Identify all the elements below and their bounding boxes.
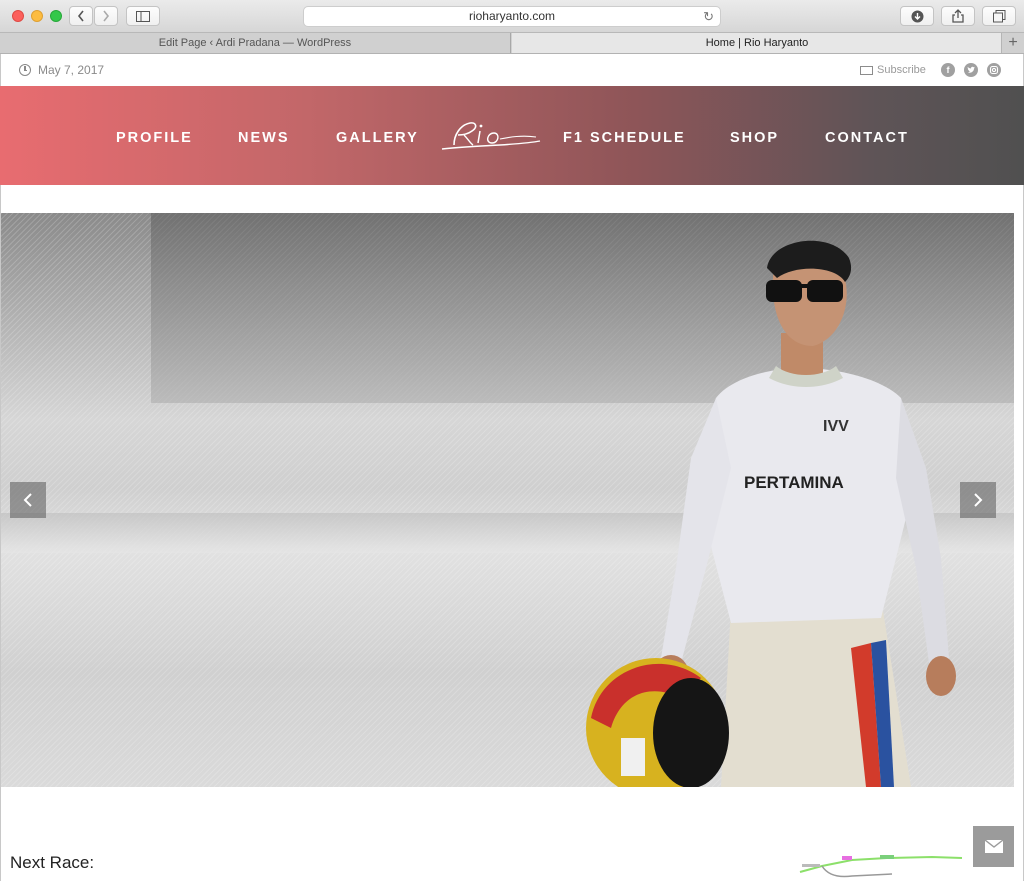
share-icon	[952, 9, 964, 23]
close-window-button[interactable]	[12, 10, 24, 22]
chevron-right-icon	[974, 493, 983, 507]
subscribe-label: Subscribe	[877, 64, 926, 76]
site-logo[interactable]	[440, 119, 542, 153]
minimize-window-button[interactable]	[31, 10, 43, 22]
nav-contact[interactable]: CONTACT	[825, 130, 909, 146]
date-display: May 7, 2017	[19, 63, 104, 77]
reload-icon[interactable]: ↻	[703, 7, 714, 26]
shirt-sponsor-text: PERTAMINA	[744, 473, 844, 492]
twitter-icon[interactable]	[964, 63, 978, 77]
svg-text:IVV: IVV	[823, 418, 849, 435]
downloads-button[interactable]	[900, 6, 934, 26]
tab-wordpress[interactable]: Edit Page ‹ Ardi Pradana — WordPress	[0, 33, 511, 53]
mail-icon	[860, 65, 873, 75]
tabs-icon	[992, 9, 1005, 22]
next-race-heading: Next Race:	[10, 853, 95, 872]
address-bar[interactable]: rioharyanto.com ↻	[303, 6, 721, 27]
clock-icon	[19, 64, 31, 76]
zoom-window-button[interactable]	[50, 10, 62, 22]
tabs-overview-button[interactable]	[982, 6, 1016, 26]
back-button[interactable]	[69, 6, 93, 26]
driver-photo: IVV PERTAMINA	[586, 240, 956, 787]
circuit-map-image	[799, 855, 963, 878]
nav-profile[interactable]: PROFILE	[116, 130, 193, 146]
facebook-icon[interactable]: f	[941, 63, 955, 77]
slider-prev-button[interactable]	[10, 482, 46, 518]
url-text: rioharyanto.com	[468, 9, 556, 23]
envelope-icon	[984, 840, 1003, 853]
site-topbar: May 7, 2017 Subscribe f	[0, 54, 1024, 86]
download-icon	[911, 10, 923, 22]
instagram-icon[interactable]	[987, 63, 1001, 77]
sidebar-button[interactable]	[126, 6, 160, 26]
new-tab-button[interactable]: +	[1001, 33, 1024, 53]
nav-f1-schedule[interactable]: F1 SCHEDULE	[563, 130, 686, 146]
subscribe-link[interactable]: Subscribe	[860, 64, 926, 76]
nav-gallery[interactable]: GALLERY	[336, 130, 419, 146]
browser-toolbar: rioharyanto.com ↻	[0, 0, 1024, 33]
hero-slider: IVV PERTAMINA	[1, 213, 1014, 787]
floating-contact-button[interactable]	[973, 826, 1014, 867]
chevron-left-icon	[23, 493, 32, 507]
share-button[interactable]	[941, 6, 975, 26]
forward-button[interactable]	[94, 6, 118, 26]
tab-bar: Edit Page ‹ Ardi Pradana — WordPress Hom…	[0, 33, 1024, 54]
chevron-left-icon	[77, 10, 84, 22]
main-navigation: PROFILE NEWS GALLERY F1 SCHEDULE SHOP CO…	[0, 86, 1024, 185]
slider-next-button[interactable]	[960, 482, 996, 518]
tab-home[interactable]: Home | Rio Haryanto	[512, 33, 1002, 53]
date-text: May 7, 2017	[38, 63, 105, 77]
nav-news[interactable]: NEWS	[238, 130, 290, 146]
sidebar-icon	[136, 10, 150, 22]
chevron-right-icon	[103, 10, 110, 22]
nav-shop[interactable]: SHOP	[730, 130, 779, 146]
